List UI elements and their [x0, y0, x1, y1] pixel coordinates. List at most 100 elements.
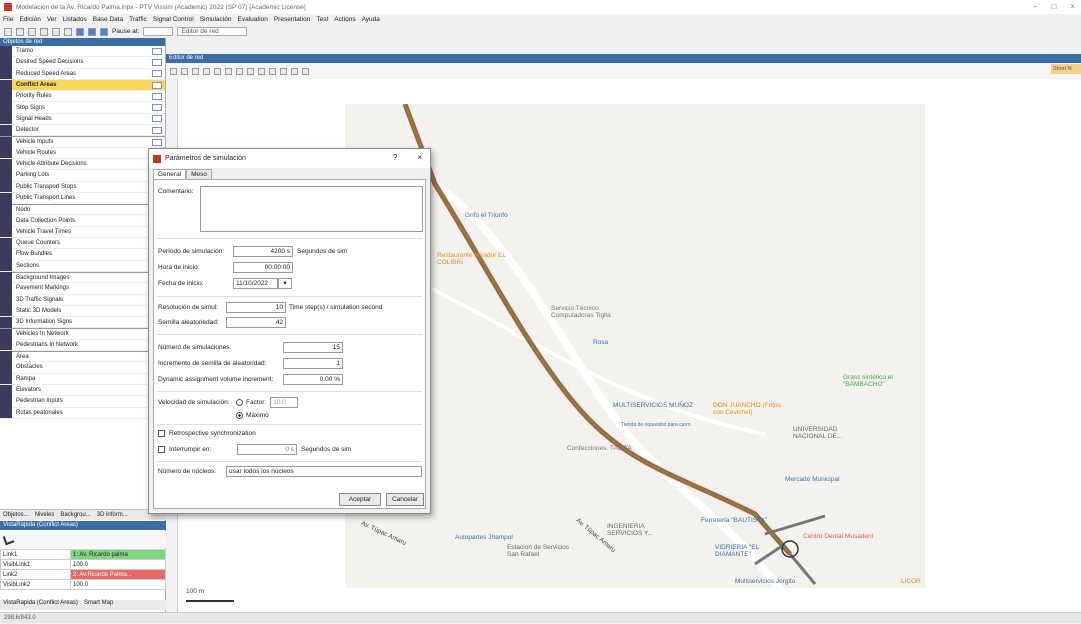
menu-test[interactable]: Test — [316, 16, 328, 23]
maximize-button[interactable]: □ — [1051, 2, 1056, 11]
network-object-vehicles-in-network[interactable]: Vehicles In Network — [0, 328, 165, 340]
tab-quick-view[interactable]: VistaRapida (Conflict Areas) — [3, 600, 78, 610]
network-object-flow-bundles[interactable]: Flow Bundles — [0, 249, 165, 261]
menu-signal-control[interactable]: Signal Control — [153, 16, 194, 23]
network-object-static-3d-models[interactable]: Static 3D Models — [0, 305, 165, 318]
resolution-input[interactable]: 10 — [226, 302, 286, 313]
attr-value[interactable]: 100.0 — [70, 559, 166, 570]
comment-textarea[interactable] — [200, 186, 423, 232]
redo-icon[interactable] — [52, 27, 60, 36]
tab-objetos[interactable]: Objetos... — [3, 512, 29, 518]
attr-value[interactable]: 2: Av.Ricardo Palma... — [70, 569, 166, 580]
runs-input[interactable]: 15 — [283, 342, 343, 353]
network-object-vehicle-routes[interactable]: Vehicle Routes — [0, 147, 165, 159]
calendar-icon[interactable]: ▾ — [278, 278, 292, 289]
visibility-toggle[interactable] — [152, 70, 162, 78]
zoom-in-icon[interactable] — [203, 68, 210, 75]
close-button[interactable]: × — [1070, 2, 1075, 11]
visibility-toggle[interactable] — [152, 104, 162, 112]
accept-button[interactable]: Aceptar — [339, 493, 381, 506]
network-object-rutas-peatonales[interactable]: Rutas peatonales — [0, 407, 165, 419]
network-object-detector[interactable]: Detector — [0, 124, 165, 137]
break-checkbox[interactable] — [158, 446, 165, 453]
menu-traffic[interactable]: Traffic — [129, 16, 147, 23]
save-icon[interactable] — [28, 27, 36, 36]
visibility-toggle[interactable] — [152, 115, 162, 123]
menu-evaluation[interactable]: Evaluation — [237, 16, 267, 23]
network-object-stop-signs[interactable]: Stop Signs — [0, 102, 165, 114]
grid-icon[interactable] — [192, 68, 199, 75]
menu-simulacion[interactable]: Simulación — [200, 16, 232, 23]
tab-niveles[interactable]: Niveles — [35, 512, 55, 518]
step-icon[interactable] — [88, 27, 96, 36]
network-object-sections[interactable]: Sections — [0, 260, 165, 272]
undo-icon[interactable] — [40, 27, 48, 36]
seed-input[interactable]: 42 — [226, 317, 286, 328]
editor-select[interactable]: Editor de red — [177, 27, 248, 36]
network-object-queue-counters[interactable]: Queue Counters — [0, 237, 165, 250]
short-network-tab[interactable]: Short N — [1051, 64, 1081, 74]
seed-increment-input[interactable]: 1 — [283, 358, 343, 369]
network-object-vehicle-travel-times[interactable]: Vehicle Travel Times — [0, 226, 165, 239]
tab-smart-map[interactable]: Smart Map — [84, 600, 113, 610]
network-object-public-transport-stops[interactable]: Public Transport Stops — [0, 181, 165, 193]
zoom-icon[interactable] — [64, 27, 72, 36]
play-icon[interactable] — [76, 27, 84, 36]
cores-select[interactable]: usar todos los núcleos — [226, 466, 422, 477]
network-object-3d-traffic-signals[interactable]: 3D Traffic Signals — [0, 294, 165, 306]
start-time-input[interactable]: 00:00:00 — [233, 262, 293, 273]
stop-icon[interactable] — [100, 27, 108, 36]
network-object-elevators[interactable]: Elevators — [0, 384, 165, 397]
visibility-toggle[interactable] — [152, 126, 162, 134]
dynamic-assignment-input[interactable]: 0.00 % — [283, 374, 343, 385]
menu-edicion[interactable]: Edición — [19, 16, 40, 23]
start-date-input[interactable]: 11/10/2022 — [233, 278, 278, 289]
tab-general[interactable]: General — [153, 169, 187, 179]
tab-3d-info[interactable]: 3D inform... — [97, 512, 128, 518]
visibility-toggle[interactable] — [152, 138, 162, 146]
menu-actions[interactable]: Actions — [334, 16, 355, 23]
rotate-icon[interactable] — [236, 68, 243, 75]
tab-background[interactable]: Backgrou... — [60, 512, 90, 518]
menu-file[interactable]: File — [3, 16, 13, 23]
network-object-vehicle-inputs[interactable]: Vehicle Inputs — [0, 136, 165, 148]
attr-value[interactable]: 100.0 — [70, 579, 166, 590]
retro-sync-checkbox[interactable] — [158, 430, 165, 437]
menu-ayuda[interactable]: Ayuda — [362, 16, 380, 23]
network-object-vehicle-attribute-decisions[interactable]: Vehicle Attribute Decisions — [0, 158, 165, 171]
pause-at-input[interactable] — [143, 27, 174, 36]
network-object-nodo[interactable]: Nodo — [0, 204, 165, 216]
factor-input[interactable]: 10.0 — [270, 397, 299, 408]
network-object-public-transport-lines[interactable]: Public Transport Lines — [0, 192, 165, 205]
pan-icon[interactable] — [181, 68, 188, 75]
cancel-button[interactable]: Cancelar — [386, 493, 424, 506]
back-icon[interactable] — [269, 68, 276, 75]
network-object-desired-speed-decisions[interactable]: Desired Speed Decisions — [0, 56, 165, 69]
network-object-data-collection-points[interactable]: Data Collection Points — [0, 215, 165, 227]
measure-icon[interactable] — [258, 68, 265, 75]
forward-icon[interactable] — [280, 68, 287, 75]
network-object-signal-heads[interactable]: Signal Heads — [0, 113, 165, 126]
visibility-toggle[interactable] — [152, 47, 162, 55]
menu-presentation[interactable]: Presentation — [274, 16, 311, 23]
visibility-toggle[interactable] — [152, 81, 162, 89]
break-input[interactable]: 0 s — [237, 444, 297, 455]
attr-value[interactable]: 1: Av. Ricardo palma — [70, 549, 166, 560]
layers-icon[interactable] — [247, 68, 254, 75]
menu-base-data[interactable]: Base Data — [93, 16, 123, 23]
visibility-toggle[interactable] — [152, 58, 162, 66]
help-button[interactable]: ? — [393, 153, 397, 162]
new-file-icon[interactable] — [4, 27, 12, 36]
network-object-pedestrian-inputs[interactable]: Pedestrian Inputs — [0, 395, 165, 408]
network-object-pedestrians-in-network[interactable]: Pedestrians In Network — [0, 339, 165, 352]
period-input[interactable]: 4200 s — [233, 246, 293, 257]
dialog-close-button[interactable]: × — [417, 153, 422, 162]
tab-meso[interactable]: Meso — [186, 169, 213, 179]
select-icon[interactable] — [170, 68, 177, 75]
network-object-tramo[interactable]: Tramo — [0, 45, 165, 58]
open-file-icon[interactable] — [16, 27, 24, 36]
minimize-button[interactable]: – — [1033, 2, 1037, 11]
network-object-pavement-markings[interactable]: Pavement Markings — [0, 282, 165, 295]
network-object-rampa[interactable]: Rampa — [0, 373, 165, 385]
network-object-obstacles[interactable]: Obstacles — [0, 361, 165, 374]
